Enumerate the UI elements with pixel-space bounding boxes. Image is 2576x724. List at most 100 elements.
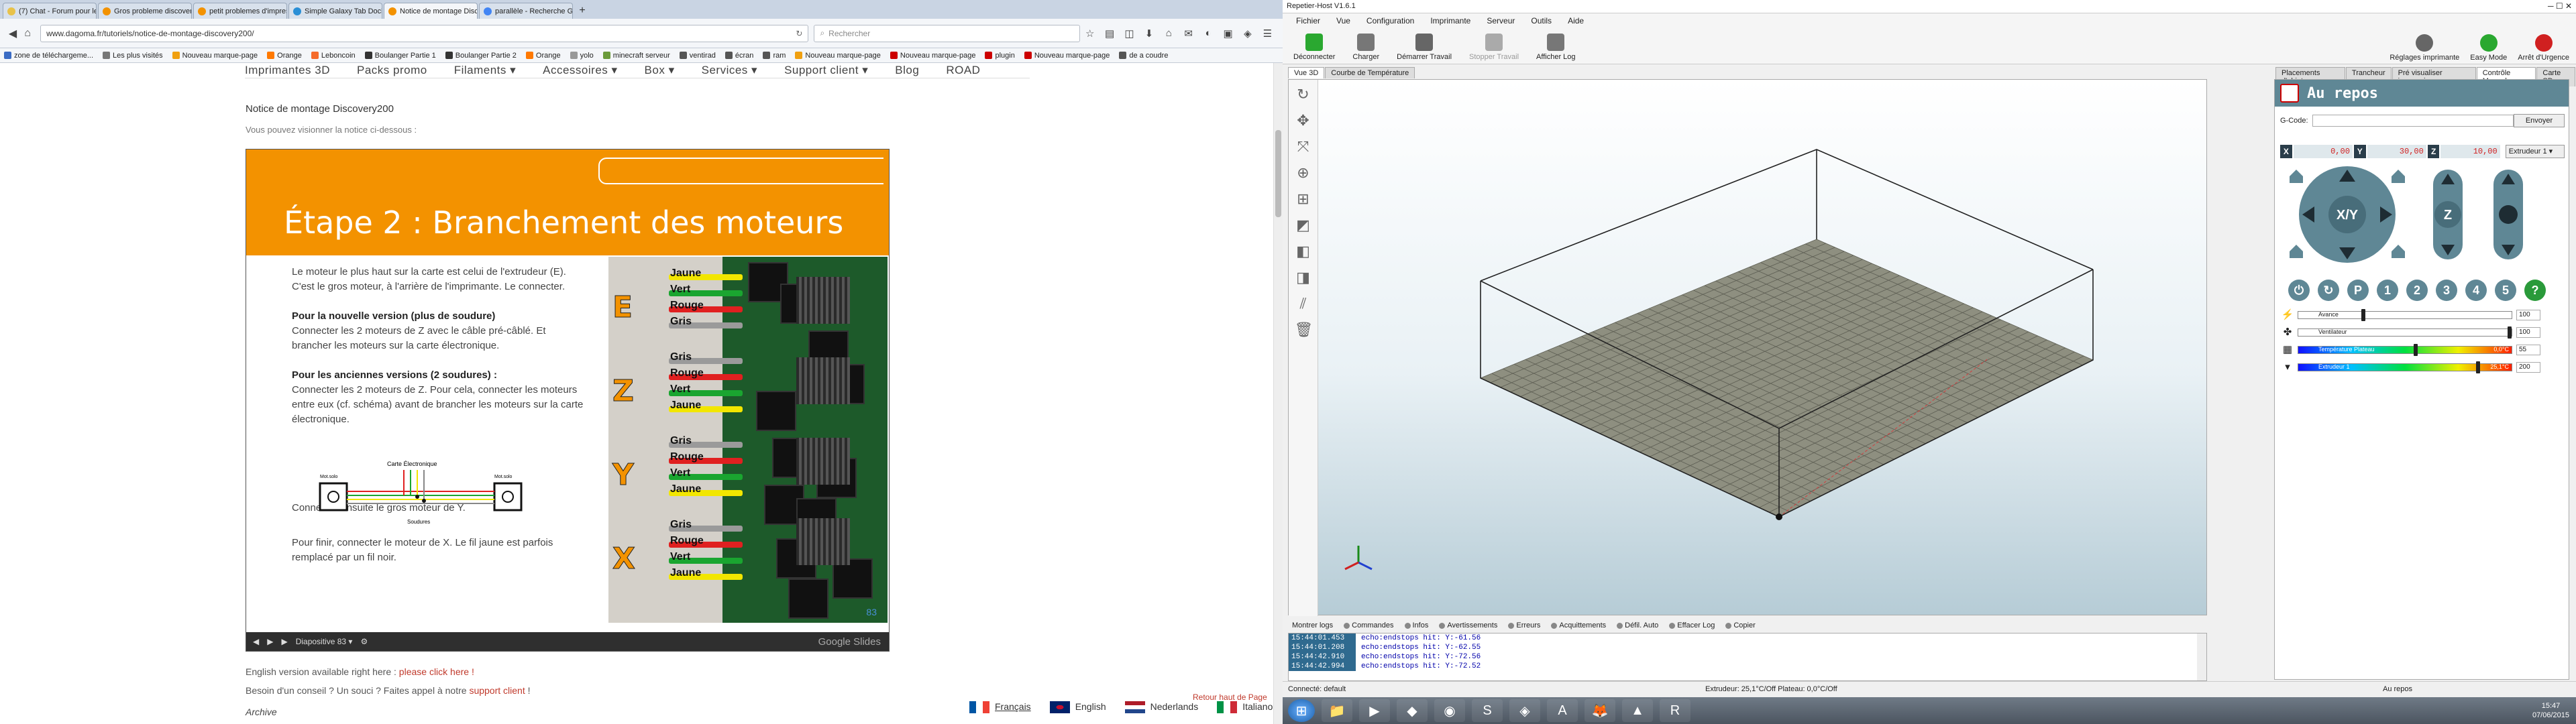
english-link[interactable]: please click here ! bbox=[399, 666, 474, 677]
home-icon[interactable]: ⌂ bbox=[1159, 25, 1179, 42]
app-icon-4[interactable]: A bbox=[1547, 699, 1578, 722]
bookmark-item[interactable]: Orange bbox=[267, 52, 302, 60]
bookmark-item[interactable]: ram bbox=[763, 52, 786, 60]
browser-tab[interactable]: Gros probleme discovery 2...✕ bbox=[98, 3, 192, 19]
send-button[interactable]: Envoyer bbox=[2514, 114, 2565, 127]
bed-temp-knob[interactable] bbox=[2413, 344, 2418, 356]
bookmark-item[interactable]: Leboncoin bbox=[311, 52, 356, 60]
xy-jog-pad[interactable]: X/Y bbox=[2299, 166, 2396, 263]
log-scrollbar[interactable] bbox=[2197, 634, 2206, 680]
refresh-button[interactable]: ↻ bbox=[2318, 280, 2339, 301]
trash-icon[interactable]: 🗑 bbox=[1295, 320, 1313, 339]
site-nav-item[interactable]: Imprimantes 3D bbox=[245, 64, 330, 77]
search-input[interactable]: ⌕ Rechercher bbox=[814, 24, 1080, 42]
lang-fr[interactable]: Français bbox=[969, 701, 1031, 714]
play-icon[interactable]: ▶ bbox=[267, 637, 273, 646]
pocket-save-icon[interactable]: ▣ bbox=[1218, 25, 1238, 42]
url-text[interactable]: www.dagoma.fr/tutoriels/notice-de-montag… bbox=[46, 29, 254, 38]
archive-link[interactable]: Archive bbox=[246, 707, 277, 717]
settings-icon[interactable]: ⚙ bbox=[360, 637, 368, 646]
quick-button[interactable]: ? bbox=[2524, 280, 2546, 301]
fan-slider[interactable]: Ventilateur bbox=[2298, 326, 2512, 339]
feedrate-knob[interactable] bbox=[2361, 309, 2365, 321]
rotate-icon[interactable]: ↻ bbox=[1295, 85, 1312, 104]
log-tab[interactable]: Montrer logs bbox=[1292, 621, 1333, 629]
gcode-input[interactable] bbox=[2312, 115, 2514, 127]
lang-en[interactable]: English bbox=[1049, 701, 1106, 714]
addon-icon[interactable]: ◐ bbox=[1198, 25, 1218, 42]
bookmark-item[interactable]: minecraft serveur bbox=[602, 52, 670, 60]
z-jog[interactable]: Z bbox=[2433, 170, 2463, 259]
quick-button[interactable]: 5 bbox=[2495, 280, 2516, 301]
star-icon[interactable]: ☆ bbox=[1080, 25, 1099, 42]
bookmark-item[interactable]: Nouveau marque-page bbox=[172, 52, 258, 60]
lang-nl[interactable]: Nederlands bbox=[1124, 701, 1198, 714]
skype-icon[interactable]: S bbox=[1472, 699, 1503, 722]
browser-tab[interactable]: petit problemes d'impressi...✕ bbox=[193, 3, 287, 19]
extruder-icon[interactable] bbox=[2499, 205, 2518, 224]
firefox-icon[interactable]: 🦊 bbox=[1585, 699, 1615, 722]
system-clock[interactable]: 15:47 07/06/2015 bbox=[2532, 701, 2569, 720]
slide-number-select[interactable]: Diapositive 83 ▾ bbox=[296, 637, 353, 646]
menu-item[interactable]: Outils bbox=[1531, 16, 1552, 25]
quick-button[interactable]: 2 bbox=[2406, 280, 2428, 301]
feedrate-value[interactable]: 100 bbox=[2516, 310, 2540, 320]
media-icon[interactable]: ▶ bbox=[1359, 699, 1390, 722]
new-tab-button[interactable]: + bbox=[574, 3, 590, 19]
lang-it[interactable]: Italiano bbox=[1217, 701, 1273, 714]
pocket-icon[interactable]: ◫ bbox=[1120, 25, 1139, 42]
download-icon[interactable]: ⬇ bbox=[1139, 25, 1159, 42]
browser-tab[interactable]: Notice de montage Discov...✕ bbox=[384, 3, 478, 19]
zoom-icon[interactable]: ⊕ bbox=[1295, 164, 1312, 182]
move-object-icon[interactable]: ⤧ bbox=[1295, 137, 1312, 156]
bookmark-item[interactable]: ventirad bbox=[679, 52, 716, 60]
site-nav-item[interactable]: Filaments ▾ bbox=[454, 64, 516, 77]
toolbar-button[interactable]: Charger bbox=[1352, 28, 1379, 64]
toolbar-right-button[interactable]: Réglages imprimante bbox=[2390, 28, 2459, 64]
bookmark-item[interactable]: Boulanger Partie 2 bbox=[445, 52, 517, 60]
site-nav-item[interactable]: Support client ▾ bbox=[784, 64, 868, 77]
app-icon-1[interactable]: ◆ bbox=[1397, 699, 1428, 722]
app-icon-5[interactable]: ▲ bbox=[1622, 699, 1653, 722]
toolbar-right-button[interactable]: Arrêt d'Urgence bbox=[2518, 28, 2569, 64]
log-tab[interactable]: Avertissements bbox=[1439, 621, 1497, 629]
toolbar-button[interactable]: Afficher Log bbox=[1536, 28, 1576, 64]
extruder-temp-value[interactable]: 200 bbox=[2516, 362, 2540, 373]
extruder-select[interactable]: Extrudeur 1 ▾ bbox=[2505, 145, 2565, 158]
prev-slide-icon[interactable]: ◀ bbox=[253, 637, 259, 646]
park-button[interactable]: P bbox=[2347, 280, 2369, 301]
extruder-temp-slider[interactable]: Extrudeur 1 25,1°C bbox=[2298, 361, 2512, 373]
home-z-icon[interactable] bbox=[2392, 170, 2405, 183]
bookmark-item[interactable]: Orange bbox=[525, 52, 561, 60]
bookmark-item[interactable]: Nouveau marque-page bbox=[890, 52, 975, 60]
toolbar-button[interactable]: Déconnecter bbox=[1293, 28, 1335, 64]
top-view-icon[interactable]: ◨ bbox=[1295, 268, 1312, 287]
reader-icon[interactable]: ▤ bbox=[1099, 25, 1119, 42]
view-3d[interactable]: ↻ ✥ ⤧ ⊕ ⊞ ◩ ◧ ◨ ⫽ 🗑 bbox=[1288, 79, 2207, 616]
log-tab[interactable]: Copier bbox=[1725, 621, 1756, 629]
bookmark-item[interactable]: yolo bbox=[570, 52, 594, 60]
toolbar-button[interactable]: Démarrer Travail bbox=[1397, 28, 1452, 64]
back-to-top-link[interactable]: Retour haut de Page bbox=[1193, 693, 1267, 701]
fit-icon[interactable]: ⊞ bbox=[1295, 190, 1312, 208]
home-y-icon[interactable] bbox=[2290, 245, 2303, 258]
menu-item[interactable]: Vue bbox=[1336, 16, 1350, 25]
log-panel[interactable]: 15:44:01.453 echo:endstops hit: Y:-61.56 1… bbox=[1288, 633, 2207, 681]
back-button[interactable]: ◀ bbox=[5, 25, 20, 42]
iso-view-icon[interactable]: ◩ bbox=[1295, 216, 1312, 235]
shield-icon[interactable]: ◈ bbox=[1238, 25, 1257, 42]
window-controls[interactable]: ─ ☐ ✕ bbox=[2548, 1, 2572, 11]
browser-tab[interactable]: Simple Galaxy Tab Dock Fo...✕ bbox=[288, 3, 382, 19]
home-all-icon[interactable] bbox=[2392, 245, 2405, 258]
menu-item[interactable]: Aide bbox=[1568, 16, 1584, 25]
bookmark-item[interactable]: zone de téléchargeme... bbox=[4, 52, 93, 60]
move-icon[interactable]: ✥ bbox=[1295, 111, 1312, 130]
menu-item[interactable]: Fichier bbox=[1296, 16, 1320, 25]
menu-item[interactable]: Imprimante bbox=[1430, 16, 1470, 25]
log-tab[interactable]: Erreurs bbox=[1508, 621, 1540, 629]
site-nav-item[interactable]: Box ▾ bbox=[645, 64, 675, 77]
extruder-jog[interactable] bbox=[2493, 170, 2523, 259]
bookmark-item[interactable]: Nouveau marque-page bbox=[795, 52, 881, 60]
fan-value[interactable]: 100 bbox=[2516, 327, 2540, 338]
bookmark-item[interactable]: écran bbox=[724, 52, 753, 60]
